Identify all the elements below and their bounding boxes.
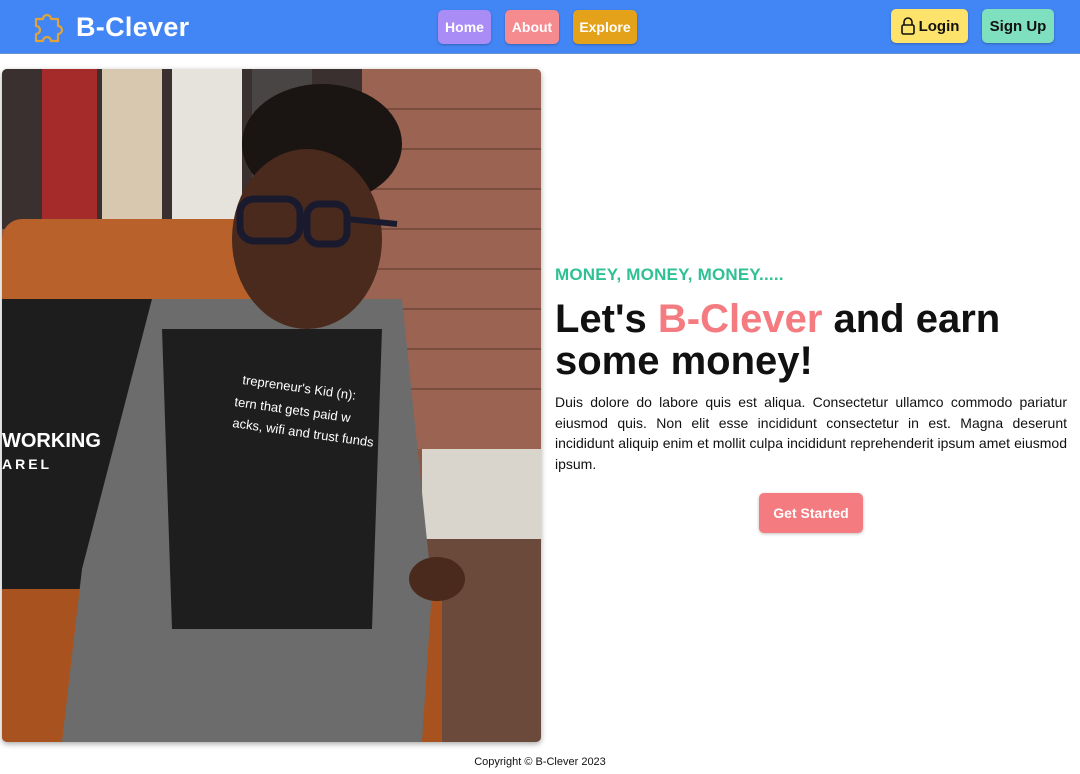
nav-home-button[interactable]: Home (438, 10, 491, 44)
svg-text:WORKING: WORKING (2, 430, 101, 452)
hero-headline: Let's B-Clever and earn some money! (555, 298, 1067, 382)
brand-name: B-Clever (76, 11, 190, 42)
nav-about-button[interactable]: About (505, 10, 559, 44)
login-button[interactable]: Login (891, 9, 968, 43)
get-started-button[interactable]: Get Started (759, 493, 863, 533)
navbar: B-Clever Home About Explore Login Sign U… (0, 0, 1080, 54)
brand-logo[interactable]: B-Clever (30, 8, 189, 46)
footer-copyright: Copyright © B-Clever 2023 (474, 756, 606, 768)
hero-description: Duis dolore do labore quis est aliqua. C… (555, 394, 1067, 472)
nav-explore-button[interactable]: Explore (573, 10, 637, 44)
hero-kicker: MONEY, MONEY, MONEY..... (555, 265, 784, 284)
lock-icon (900, 17, 915, 35)
puzzle-icon (34, 13, 64, 43)
svg-text:AREL: AREL (2, 456, 52, 472)
hero-image: WORKING AREL trepreneur's Kid (n): tern … (2, 69, 541, 742)
login-label: Login (918, 17, 960, 35)
headline-before: Let's (555, 297, 658, 341)
signup-button[interactable]: Sign Up (982, 9, 1054, 43)
headline-accent: B-Clever (657, 297, 823, 341)
